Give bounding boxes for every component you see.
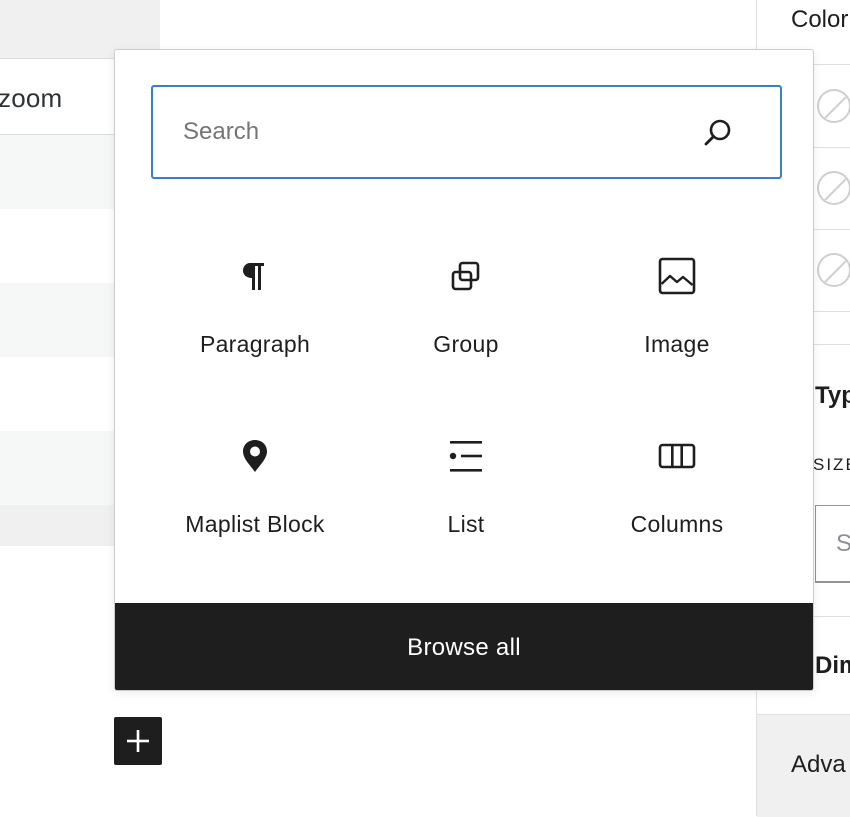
search-input[interactable]: [153, 87, 693, 177]
block-item-image[interactable]: Image: [572, 230, 782, 380]
advanced-panel[interactable]: Adva: [757, 714, 850, 817]
search-field[interactable]: [151, 85, 782, 179]
group-icon: [451, 261, 480, 291]
font-size-input[interactable]: S: [815, 505, 850, 583]
font-size-input-text: S: [836, 530, 850, 557]
browse-all-button[interactable]: Browse all: [115, 603, 813, 690]
color-swatch-none-link[interactable]: [817, 253, 850, 287]
list-icon: [449, 441, 482, 472]
add-block-button[interactable]: [114, 717, 162, 765]
color-swatch-none-text[interactable]: [817, 89, 850, 123]
block-inserter-popover: Paragraph Group Image Maplist Block: [114, 49, 814, 691]
block-item-list[interactable]: List: [361, 410, 571, 560]
color-swatch-none-background[interactable]: [817, 171, 850, 205]
size-label: SIZE: [813, 455, 850, 474]
color-panel-heading[interactable]: Color: [791, 6, 848, 34]
block-label: Columns: [630, 511, 724, 537]
block-label: Image: [644, 331, 710, 357]
block-label: Paragraph: [199, 331, 311, 357]
block-label: Group: [433, 331, 499, 357]
dimensions-panel-heading[interactable]: Dime: [815, 652, 850, 680]
columns-icon: [658, 443, 696, 469]
map-pin-icon: [243, 440, 267, 472]
paragraph-icon: [243, 263, 264, 290]
search-icon: [704, 119, 731, 146]
block-item-group[interactable]: Group: [361, 230, 571, 380]
typography-panel-heading[interactable]: Typo: [815, 382, 850, 410]
block-label: List: [447, 511, 485, 537]
advanced-panel-heading[interactable]: Adva: [791, 751, 846, 779]
block-item-maplist-block[interactable]: Maplist Block: [150, 410, 360, 560]
block-label: Maplist Block: [185, 511, 325, 537]
table-header-cell: zoom: [0, 83, 63, 113]
block-item-columns[interactable]: Columns: [572, 410, 782, 560]
image-icon: [658, 257, 696, 295]
plus-icon: [127, 730, 149, 752]
block-item-paragraph[interactable]: Paragraph: [150, 230, 360, 380]
